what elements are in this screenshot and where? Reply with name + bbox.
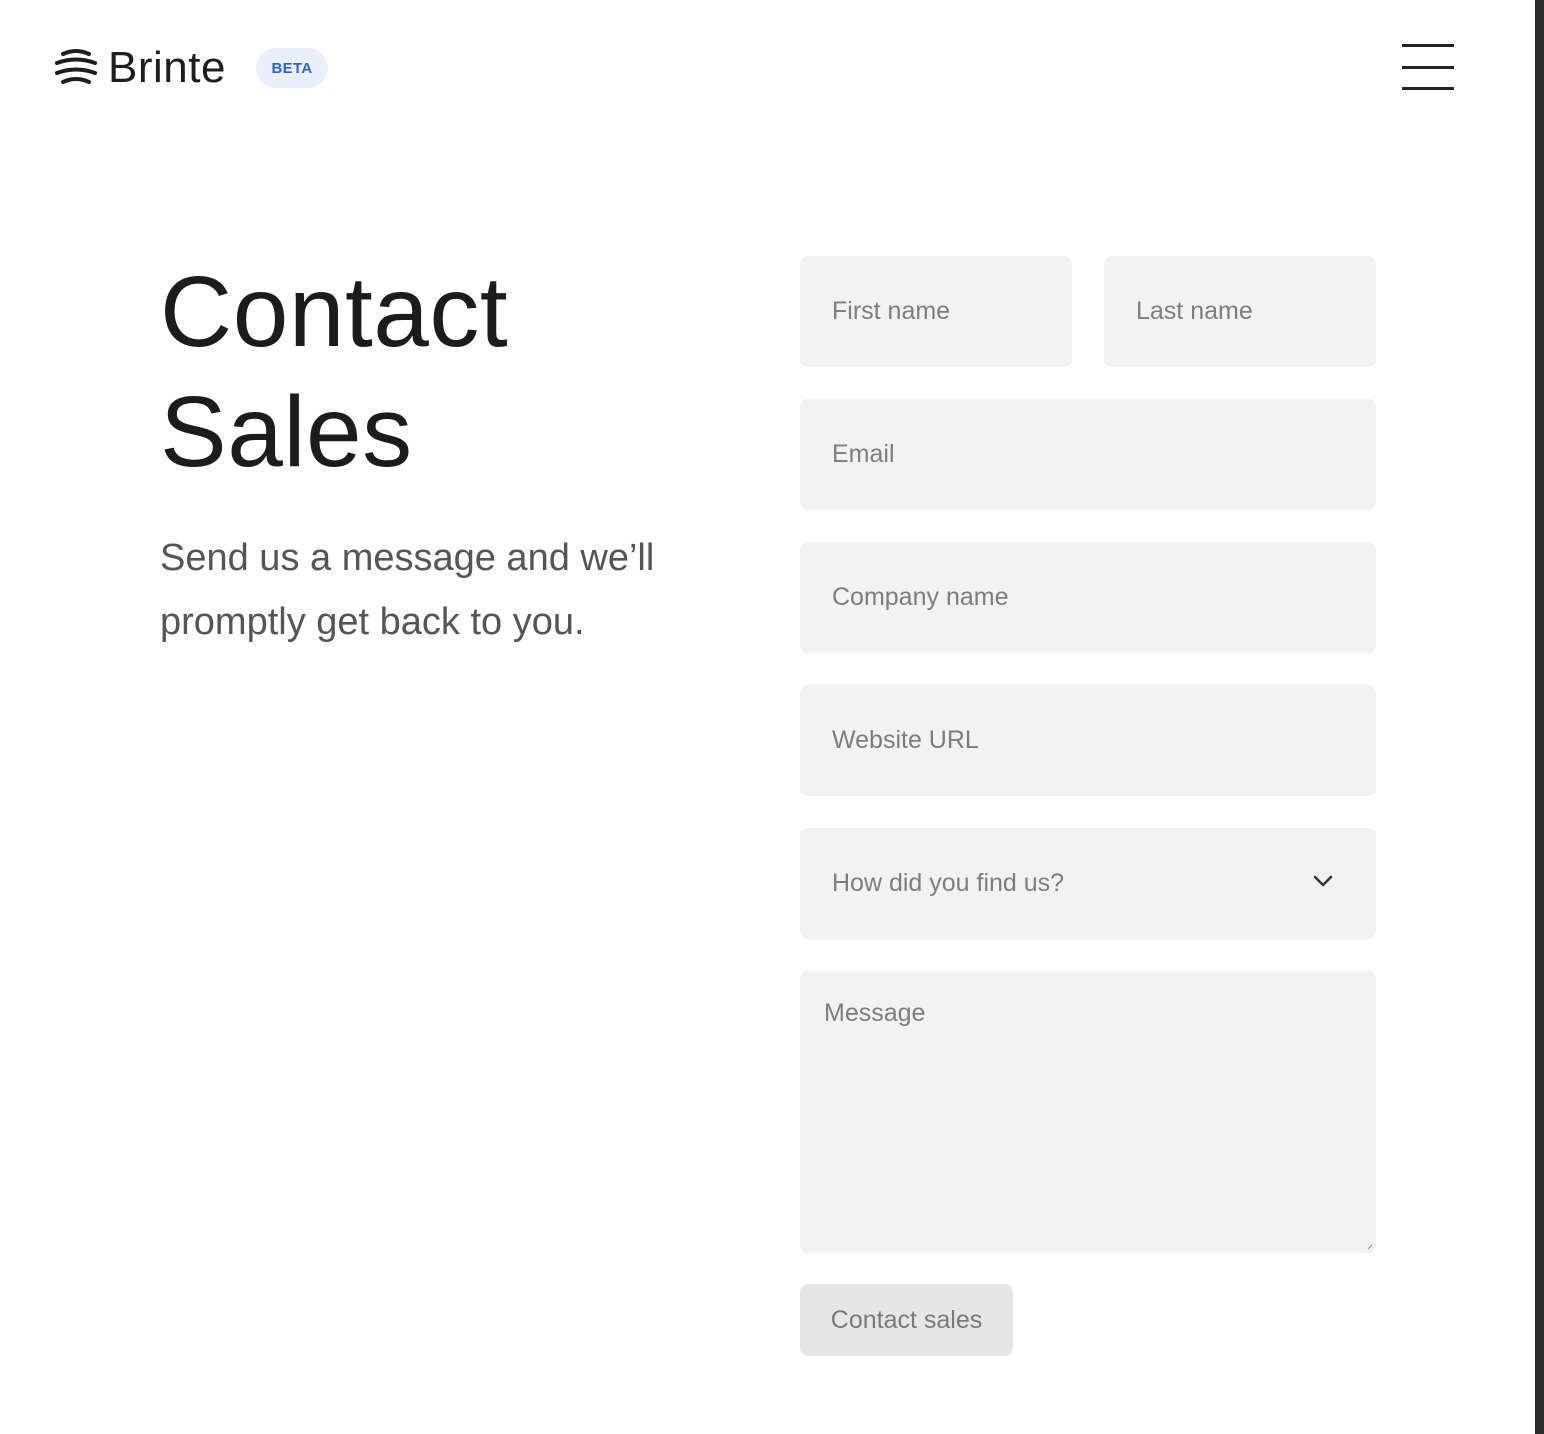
menu-line: [1402, 44, 1454, 47]
chevron-down-icon: [1313, 875, 1333, 887]
email-placeholder: Email: [832, 440, 895, 468]
contact-sales-button[interactable]: Contact sales: [800, 1284, 1013, 1356]
beta-badge: BETA: [256, 48, 328, 88]
message-placeholder: Message: [824, 999, 926, 1027]
page-title-line-1: Contact: [160, 256, 509, 368]
first-name-placeholder: First name: [832, 297, 951, 325]
menu-line: [1402, 87, 1454, 90]
last-name-placeholder: Last name: [1136, 297, 1253, 325]
brand-name: Brinte: [108, 43, 226, 92]
email-field[interactable]: Email: [800, 399, 1376, 510]
website-url-placeholder: Website URL: [832, 726, 979, 754]
how-did-you-find-us-select[interactable]: How did you find us?: [800, 828, 1376, 939]
first-name-field[interactable]: First name: [800, 256, 1072, 367]
message-textarea[interactable]: Message: [800, 971, 1376, 1253]
last-name-field[interactable]: Last name: [1104, 256, 1376, 367]
company-name-field[interactable]: Company name: [800, 542, 1376, 653]
resize-grip-icon[interactable]: [1367, 1244, 1373, 1250]
window-edge: [1535, 0, 1544, 1434]
wave-lines-logo-icon: [55, 49, 97, 84]
brand-logo-link[interactable]: Brinte: [54, 44, 226, 92]
how-did-you-find-us-placeholder: How did you find us?: [832, 869, 1065, 897]
menu-line: [1402, 66, 1454, 69]
hamburger-menu-button[interactable]: [1400, 42, 1456, 94]
page-title-line-2: Sales: [160, 376, 413, 488]
page-subtitle: Send us a message and we’ll promptly get…: [160, 537, 655, 643]
website-url-field[interactable]: Website URL: [800, 685, 1376, 796]
company-name-placeholder: Company name: [832, 583, 1009, 611]
page-title: Contact Sales: [160, 252, 508, 492]
